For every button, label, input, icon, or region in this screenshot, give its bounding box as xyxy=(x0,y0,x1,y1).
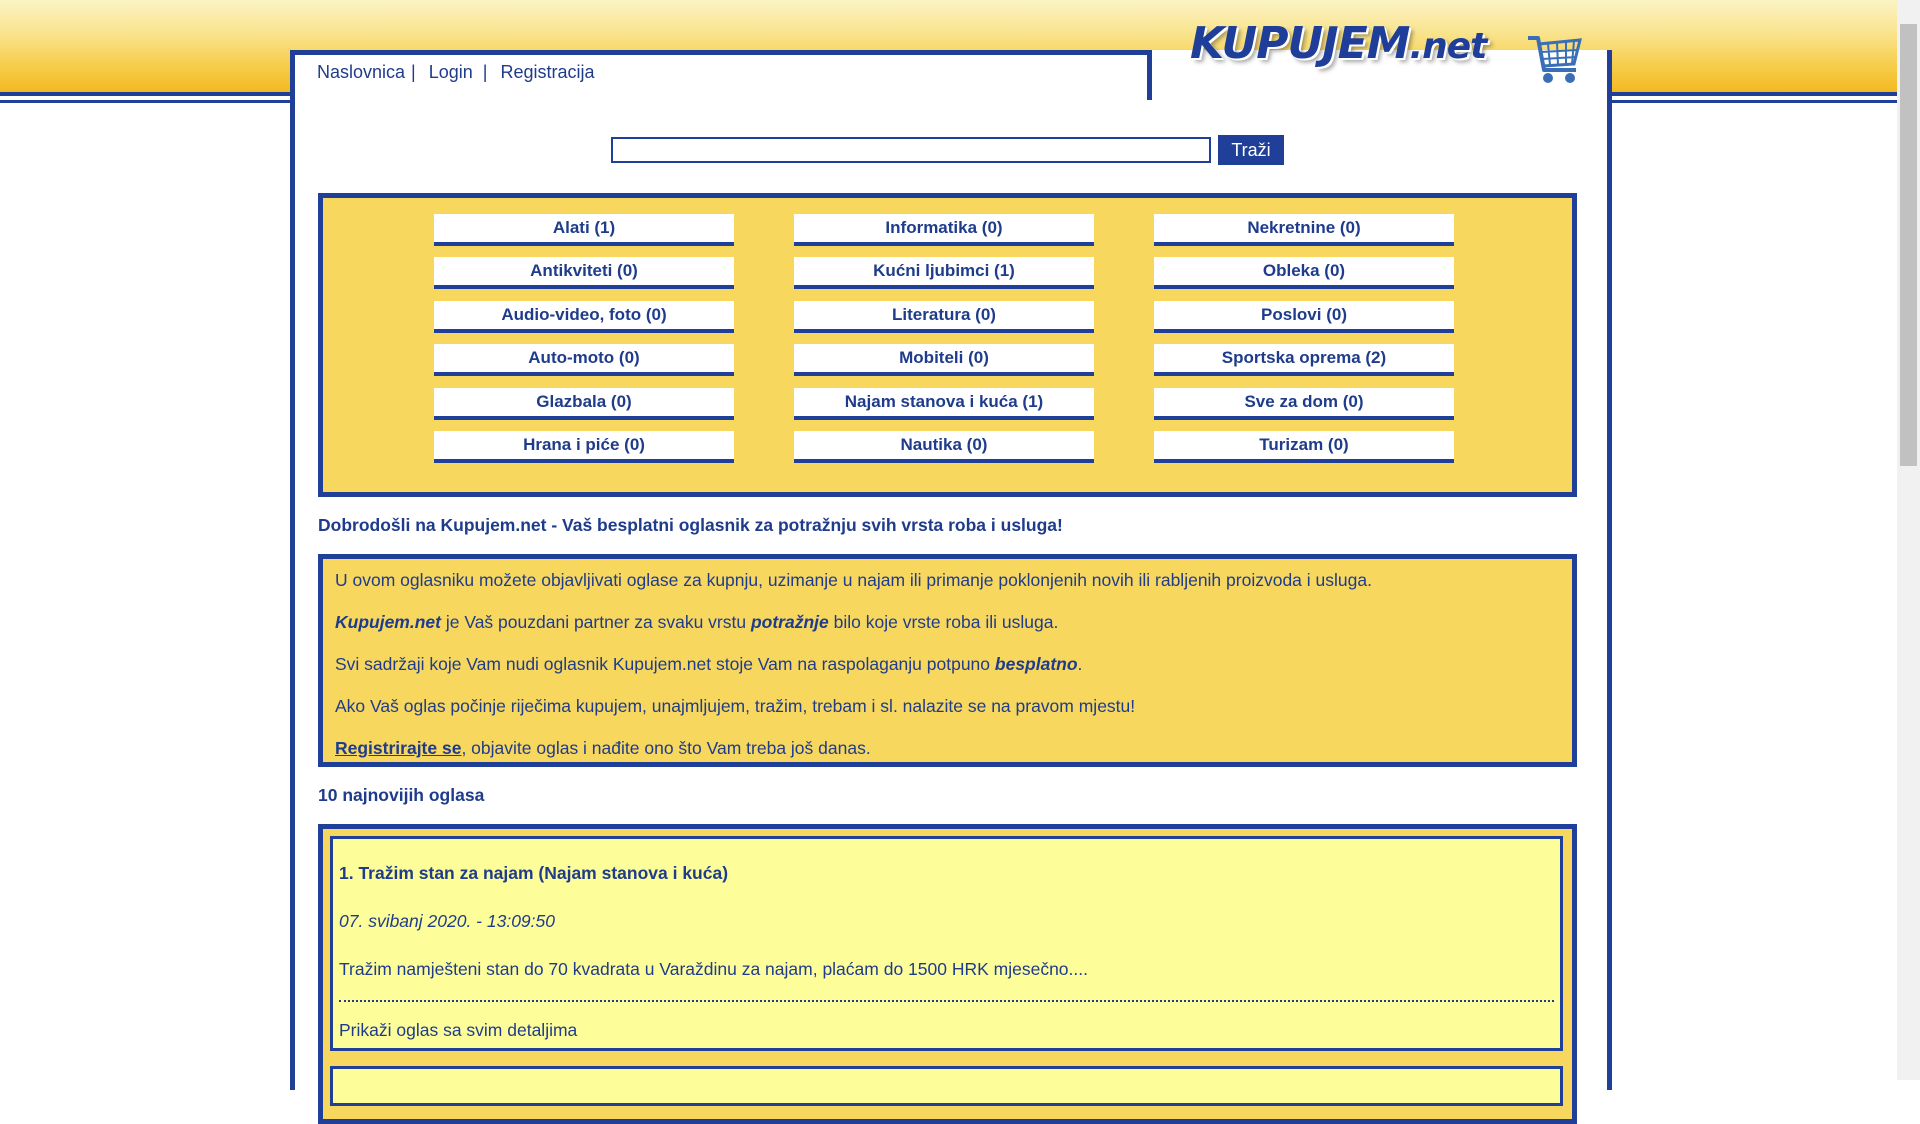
ad-details-link[interactable]: Prikaži oglas sa svim detaljima xyxy=(339,1020,577,1041)
brand-name: Kupujem.net xyxy=(335,612,441,632)
info-paragraph: Registrirajte se, objavite oglas i nađit… xyxy=(335,737,1560,759)
shopping-cart-icon xyxy=(1528,36,1582,83)
emphasis-text: besplatno xyxy=(994,654,1078,674)
info-paragraph: U ovom oglasniku možete objavljivati ogl… xyxy=(335,570,1372,590)
category-button[interactable]: Literatura (0) xyxy=(794,301,1094,333)
category-button[interactable]: Antikviteti (0) xyxy=(434,257,734,289)
category-button[interactable]: Informatika (0) xyxy=(794,214,1094,246)
category-button[interactable]: Sve za dom (0) xyxy=(1154,388,1454,420)
info-text: je Vaš pouzdani partner za svaku vrstu xyxy=(440,612,751,632)
category-button[interactable]: Glazbala (0) xyxy=(434,388,734,420)
logo-suffix-text: .net xyxy=(1409,26,1487,67)
top-nav: Naslovnica | Login | Registracija xyxy=(317,62,595,83)
info-text: Svi sadržaji koje Vam nudi oglasnik Kupu… xyxy=(335,654,995,674)
search-input[interactable] xyxy=(611,137,1211,163)
register-link[interactable]: Registrirajte se xyxy=(335,738,461,758)
ad-card xyxy=(330,1066,1563,1106)
category-button[interactable]: Obleka (0) xyxy=(1154,257,1454,289)
nav-login-link[interactable]: Login xyxy=(429,62,473,82)
category-button[interactable]: Turizam (0) xyxy=(1154,431,1454,463)
logo-main-text: KUPUJEM xyxy=(1190,18,1410,69)
info-text: , objavite oglas i nađite ono što Vam tr… xyxy=(461,738,871,758)
ad-date: 07. svibanj 2020. - 13:09:50 xyxy=(339,911,555,931)
category-button[interactable]: Auto-moto (0) xyxy=(434,344,734,376)
category-button[interactable]: Alati (1) xyxy=(434,214,734,246)
info-paragraph: Ako Vaš oglas počinje riječima kupujem, … xyxy=(335,696,1136,716)
category-button[interactable]: Kućni ljubimci (1) xyxy=(794,257,1094,289)
info-panel: U ovom oglasniku možete objavljivati ogl… xyxy=(318,554,1577,767)
category-button[interactable]: Najam stanova i kuća (1) xyxy=(794,388,1094,420)
nav-separator: | xyxy=(482,62,488,82)
ad-description: Tražim namješteni stan do 70 kvadrata u … xyxy=(339,959,1088,979)
scrollbar-thumb[interactable] xyxy=(1900,24,1917,466)
category-button[interactable]: Nekretnine (0) xyxy=(1154,214,1454,246)
nav-separator: | xyxy=(411,62,416,82)
category-button[interactable]: Poslovi (0) xyxy=(1154,301,1454,333)
ad-divider xyxy=(339,1000,1554,1002)
category-button[interactable]: Audio-video, foto (0) xyxy=(434,301,734,333)
category-button[interactable]: Hrana i piće (0) xyxy=(434,431,734,463)
welcome-heading: Dobrodošli na Kupujem.net - Vaš besplatn… xyxy=(318,515,1063,535)
nav-register-link[interactable]: Registracija xyxy=(501,62,595,82)
emphasis-text: potražnje xyxy=(750,612,829,632)
newest-ads-heading: 10 najnovijih oglasa xyxy=(318,785,485,805)
category-button[interactable]: Mobiteli (0) xyxy=(794,344,1094,376)
info-text: bilo koje vrste roba ili usluga. xyxy=(828,612,1059,632)
info-paragraph: Svi sadržaji koje Vam nudi oglasnik Kupu… xyxy=(335,653,1560,675)
category-button[interactable]: Sportska oprema (2) xyxy=(1154,344,1454,376)
nav-home-link[interactable]: Naslovnica xyxy=(317,62,405,82)
info-text: . xyxy=(1077,654,1083,674)
site-logo[interactable]: KUPUJEM.net xyxy=(1190,18,1487,69)
ad-title[interactable]: 1. Tražim stan za najam (Najam stanova i… xyxy=(339,863,728,884)
info-paragraph: Kupujem.net je Vaš pouzdani partner za s… xyxy=(335,611,1560,633)
search-button[interactable]: Traži xyxy=(1218,135,1284,165)
category-button[interactable]: Nautika (0) xyxy=(794,431,1094,463)
